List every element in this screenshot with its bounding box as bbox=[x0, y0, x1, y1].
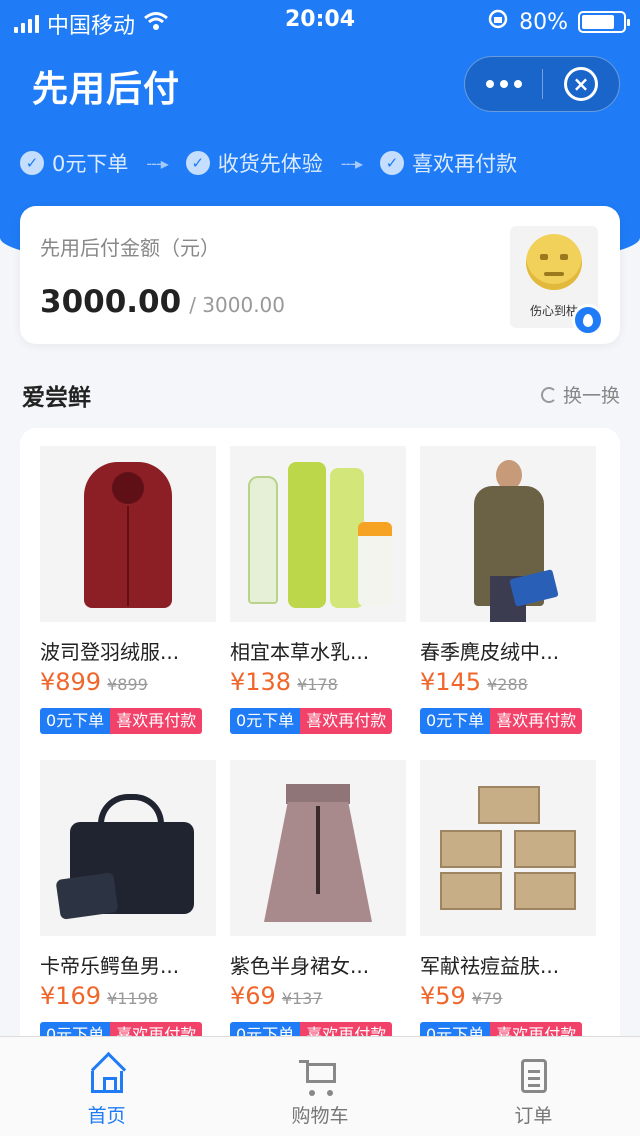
product-name: 波司登羽绒服... bbox=[40, 640, 180, 664]
refresh-icon bbox=[540, 386, 557, 403]
zero-order-badge: 0元下单 bbox=[420, 708, 491, 734]
tab-label: 首页 bbox=[87, 1105, 126, 1127]
pay-later-badge: 喜欢再付款 bbox=[490, 708, 583, 734]
tab-orders[interactable]: 订单 bbox=[427, 1037, 640, 1136]
total-amount: / 3000.00 bbox=[189, 293, 286, 317]
product-grid: 波司登羽绒服... ¥899 ¥899 0元下单 喜欢再付款 相宜本草水乳... ¥… bbox=[40, 446, 596, 1050]
close-button[interactable]: × bbox=[543, 56, 619, 112]
product-price: ¥169 bbox=[40, 982, 102, 1010]
product-price: ¥899 bbox=[40, 668, 102, 696]
page-title: 先用后付 bbox=[32, 69, 181, 110]
tab-bar: 首页 购物车 订单 bbox=[0, 1036, 640, 1136]
step-2: ✓ 收货先体验 bbox=[185, 148, 323, 178]
amount-values: 3000.00 / 3000.00 bbox=[40, 284, 285, 320]
cart-icon bbox=[298, 1055, 340, 1096]
zero-order-badge: 0元下单 bbox=[40, 708, 111, 734]
check-icon: ✓ bbox=[20, 151, 44, 175]
product-name: 相宜本草水乳... bbox=[230, 640, 370, 664]
step-label: 喜欢再付款 bbox=[412, 152, 518, 176]
tab-label: 订单 bbox=[514, 1105, 553, 1127]
product-card: 波司登羽绒服... ¥899 ¥899 0元下单 喜欢再付款 相宜本草水乳... ¥… bbox=[20, 428, 620, 1068]
water-drop-icon bbox=[572, 304, 604, 336]
product-price: ¥69 bbox=[230, 982, 276, 1010]
product-item[interactable]: 紫色半身裙女... ¥69 ¥137 0元下单 喜欢再付款 bbox=[230, 760, 406, 1050]
product-image bbox=[230, 760, 406, 936]
original-price: ¥899 bbox=[107, 675, 148, 694]
battery-percent: 80% bbox=[519, 9, 568, 35]
check-icon: ✓ bbox=[380, 151, 405, 175]
emoji-avatar-image bbox=[526, 234, 582, 290]
amount-label: 先用后付金额（元） bbox=[40, 236, 220, 260]
close-icon: × bbox=[563, 67, 598, 101]
original-price: ¥178 bbox=[297, 675, 338, 694]
product-image bbox=[230, 446, 406, 622]
more-icon[interactable] bbox=[465, 56, 542, 112]
refresh-button[interactable]: 换一换 bbox=[540, 381, 620, 408]
refresh-label: 换一换 bbox=[562, 385, 620, 407]
product-name: 卡帝乐鳄鱼男... bbox=[40, 954, 180, 978]
product-image bbox=[420, 760, 596, 936]
battery-icon bbox=[578, 11, 630, 33]
original-price: ¥137 bbox=[281, 989, 323, 1008]
product-name: 军献祛痘益肤... bbox=[420, 954, 560, 978]
amount-card: 先用后付金额（元） 3000.00 / 3000.00 伤心到枯 bbox=[20, 206, 620, 344]
product-name: 紫色半身裙女... bbox=[230, 954, 370, 978]
product-item[interactable]: 相宜本草水乳... ¥138 ¥178 0元下单 喜欢再付款 bbox=[230, 446, 406, 736]
step-label: 0元下单 bbox=[52, 152, 129, 176]
product-image bbox=[420, 446, 596, 622]
step-label: 收货先体验 bbox=[217, 152, 323, 176]
step-1: ✓ 0元下单 bbox=[20, 148, 128, 178]
arrow-icon: ---▸ bbox=[340, 153, 363, 173]
product-name: 春季麂皮绒中... bbox=[420, 640, 560, 664]
product-price: ¥59 bbox=[420, 982, 466, 1010]
step-3: ✓ 喜欢再付款 bbox=[380, 148, 517, 178]
zero-order-badge: 0元下单 bbox=[230, 708, 301, 734]
tab-label: 购物车 bbox=[291, 1105, 349, 1127]
pay-later-badge: 喜欢再付款 bbox=[110, 708, 203, 734]
product-price: ¥145 bbox=[420, 668, 482, 696]
pay-later-badge: 喜欢再付款 bbox=[300, 708, 393, 734]
rotation-lock-icon bbox=[487, 8, 509, 36]
section-title: 爱尝鲜 bbox=[22, 385, 91, 411]
order-icon bbox=[513, 1055, 553, 1095]
process-steps: ✓ 0元下单 ---▸ ✓ 收货先体验 ---▸ ✓ 喜欢再付款 bbox=[20, 148, 517, 178]
product-item[interactable]: 春季麂皮绒中... ¥145 ¥288 0元下单 喜欢再付款 bbox=[420, 446, 596, 736]
original-price: ¥1198 bbox=[107, 989, 158, 1008]
original-price: ¥288 bbox=[487, 675, 528, 694]
product-item[interactable]: 波司登羽绒服... ¥899 ¥899 0元下单 喜欢再付款 bbox=[40, 446, 216, 736]
status-bar: 中国移动 20:04 80% bbox=[0, 0, 640, 42]
tab-cart[interactable]: 购物车 bbox=[213, 1037, 426, 1136]
avatar[interactable]: 伤心到枯 bbox=[510, 226, 604, 336]
home-icon bbox=[87, 1055, 127, 1095]
tab-home[interactable]: 首页 bbox=[0, 1037, 213, 1136]
arrow-icon: ---▸ bbox=[146, 153, 168, 173]
product-item[interactable]: 军献祛痘益肤... ¥59 ¥79 0元下单 喜欢再付款 bbox=[420, 760, 596, 1050]
original-price: ¥79 bbox=[471, 989, 503, 1008]
product-image bbox=[40, 446, 216, 622]
available-amount: 3000.00 bbox=[40, 284, 182, 320]
product-price: ¥138 bbox=[230, 668, 292, 696]
product-item[interactable]: 卡帝乐鳄鱼男... ¥169 ¥1198 0元下单 喜欢再付款 bbox=[40, 760, 216, 1050]
mini-program-capsule: × bbox=[464, 56, 620, 112]
check-icon: ✓ bbox=[185, 151, 210, 175]
product-image bbox=[40, 760, 216, 936]
